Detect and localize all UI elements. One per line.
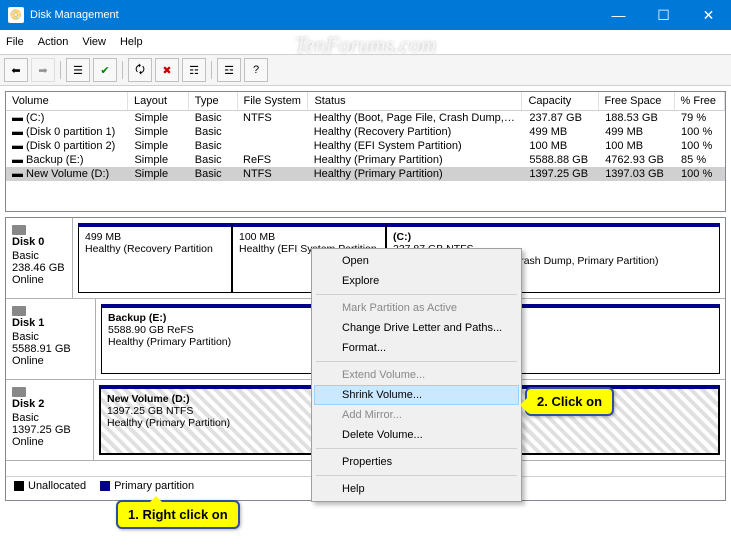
refresh-button[interactable]: 🗘 xyxy=(128,58,152,82)
window-title: Disk Management xyxy=(30,9,596,21)
col-fs[interactable]: File System xyxy=(238,92,309,110)
menubar: File Action View Help xyxy=(0,30,731,55)
minimize-button[interactable]: — xyxy=(596,0,641,30)
close-button[interactable]: ✕ xyxy=(686,0,731,30)
col-pctfree[interactable]: % Free xyxy=(675,92,725,110)
legend-primary-icon xyxy=(100,481,110,491)
cm-mark-active: Mark Partition as Active xyxy=(314,298,519,318)
tb-btn[interactable]: ☰ xyxy=(66,58,90,82)
forward-button[interactable]: ➡ xyxy=(31,58,55,82)
context-menu[interactable]: Open Explore Mark Partition as Active Ch… xyxy=(311,248,522,502)
titlebar[interactable]: 📀 Disk Management — ☐ ✕ xyxy=(0,0,731,30)
volume-row[interactable]: ▬ (Disk 0 partition 1)SimpleBasicHealthy… xyxy=(6,125,725,139)
volume-row[interactable]: ▬ Backup (E:)SimpleBasicReFSHealthy (Pri… xyxy=(6,153,725,167)
tb-btn[interactable]: ☶ xyxy=(182,58,206,82)
help-button[interactable]: ? xyxy=(244,58,268,82)
callout-clickon: 2. Click on xyxy=(525,387,614,416)
disk-info[interactable]: Disk 0Basic238.46 GBOnline xyxy=(6,218,73,298)
volume-row[interactable]: ▬ New Volume (D:)SimpleBasicNTFSHealthy … xyxy=(6,167,725,181)
callout-rightclick: 1. Right click on xyxy=(116,500,240,529)
cm-help[interactable]: Help xyxy=(314,479,519,499)
col-capacity[interactable]: Capacity xyxy=(522,92,598,110)
volume-row[interactable]: ▬ (C:)SimpleBasicNTFSHealthy (Boot, Page… xyxy=(6,111,725,125)
cm-extend: Extend Volume... xyxy=(314,365,519,385)
disk-info[interactable]: Disk 1Basic5588.91 GBOnline xyxy=(6,299,96,379)
tb-btn[interactable]: ✔ xyxy=(93,58,117,82)
delete-button[interactable]: ✖ xyxy=(155,58,179,82)
legend-unalloc: Unallocated xyxy=(28,480,86,492)
menu-action[interactable]: Action xyxy=(38,36,69,48)
volume-row[interactable]: ▬ (Disk 0 partition 2)SimpleBasicHealthy… xyxy=(6,139,725,153)
menu-view[interactable]: View xyxy=(82,36,106,48)
app-icon: 📀 xyxy=(8,7,24,23)
menu-file[interactable]: File xyxy=(6,36,24,48)
col-free[interactable]: Free Space xyxy=(599,92,675,110)
cm-change-letter[interactable]: Change Drive Letter and Paths... xyxy=(314,318,519,338)
back-button[interactable]: ⬅ xyxy=(4,58,28,82)
volume-list[interactable]: Volume Layout Type File System Status Ca… xyxy=(5,91,726,212)
col-volume[interactable]: Volume xyxy=(6,92,128,110)
partition[interactable]: 499 MBHealthy (Recovery Partition xyxy=(78,223,232,293)
cm-shrink[interactable]: Shrink Volume... xyxy=(314,385,519,405)
cm-properties[interactable]: Properties xyxy=(314,452,519,472)
col-type[interactable]: Type xyxy=(189,92,238,110)
legend-unalloc-icon xyxy=(14,481,24,491)
cm-add-mirror: Add Mirror... xyxy=(314,405,519,425)
cm-format[interactable]: Format... xyxy=(314,338,519,358)
cm-open[interactable]: Open xyxy=(314,251,519,271)
maximize-button[interactable]: ☐ xyxy=(641,0,686,30)
properties-button[interactable]: ☲ xyxy=(217,58,241,82)
cm-delete[interactable]: Delete Volume... xyxy=(314,425,519,445)
toolbar: ⬅ ➡ ☰ ✔ 🗘 ✖ ☶ ☲ ? xyxy=(0,55,731,86)
col-status[interactable]: Status xyxy=(308,92,522,110)
disk-info[interactable]: Disk 2Basic1397.25 GBOnline xyxy=(6,380,94,460)
cm-explore[interactable]: Explore xyxy=(314,271,519,291)
menu-help[interactable]: Help xyxy=(120,36,143,48)
col-layout[interactable]: Layout xyxy=(128,92,189,110)
volume-header[interactable]: Volume Layout Type File System Status Ca… xyxy=(6,92,725,111)
